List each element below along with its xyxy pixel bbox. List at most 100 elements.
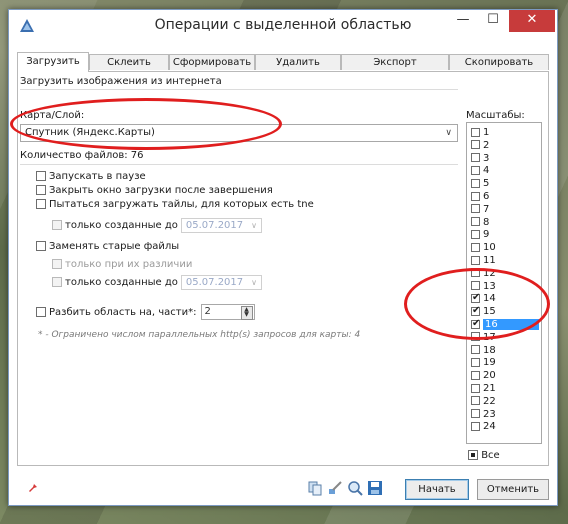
scale-item-12[interactable]: 12	[471, 268, 541, 280]
scale-checkbox[interactable]	[471, 292, 480, 303]
scale-checkbox[interactable]	[471, 242, 480, 252]
start-button[interactable]: Начать	[405, 479, 469, 500]
scale-label: 22	[483, 395, 496, 407]
scale-checkbox[interactable]	[471, 421, 480, 431]
chevron-down-icon: ∨	[251, 220, 258, 230]
scale-item-21[interactable]: 21	[471, 383, 541, 395]
scale-checkbox[interactable]	[471, 396, 480, 406]
tab-generate[interactable]: Сформировать	[169, 54, 255, 70]
scale-item-11[interactable]: 11	[471, 255, 541, 267]
scale-checkbox[interactable]	[471, 370, 480, 380]
only-differ-option[interactable]: только при их различии	[52, 258, 192, 271]
scale-label: 10	[483, 242, 496, 254]
only-created-checkbox[interactable]	[52, 220, 62, 230]
scale-label: 18	[483, 344, 496, 356]
scale-item-3[interactable]: 3	[471, 153, 541, 165]
scale-checkbox[interactable]	[471, 281, 480, 291]
select-all-checkbox[interactable]	[468, 450, 478, 460]
scale-item-18[interactable]: 18	[471, 345, 541, 357]
scale-item-13[interactable]: 13	[471, 281, 541, 293]
tab-copy[interactable]: Скопировать	[449, 54, 549, 70]
scale-item-5[interactable]: 5	[471, 178, 541, 190]
only-created-option-2[interactable]: только созданные до 05.07.2017 ∨	[52, 274, 263, 291]
brush-icon[interactable]	[327, 480, 343, 496]
replace-old-option[interactable]: Заменять старые файлы	[36, 240, 179, 253]
save-icon[interactable]	[367, 480, 383, 496]
scale-checkbox[interactable]	[471, 153, 480, 163]
scale-checkbox[interactable]	[471, 255, 480, 265]
map-layer-select[interactable]: Спутник (Яндекс.Карты) ∨	[20, 124, 458, 142]
scale-checkbox[interactable]	[471, 383, 480, 393]
minimize-button[interactable]: —	[449, 10, 477, 32]
scale-item-9[interactable]: 9	[471, 229, 541, 241]
scale-label: 7	[483, 203, 490, 215]
scale-item-16[interactable]: 16	[471, 318, 541, 331]
split-parts-value: 2	[204, 306, 211, 317]
cancel-button[interactable]: Отменить	[477, 479, 549, 500]
scale-item-4[interactable]: 4	[471, 165, 541, 177]
spinner-arrows-icon[interactable]: ▲ ▼	[240, 306, 253, 320]
scale-checkbox[interactable]	[471, 357, 480, 367]
scale-item-19[interactable]: 19	[471, 357, 541, 369]
scale-checkbox[interactable]	[471, 268, 480, 278]
scale-checkbox[interactable]	[471, 178, 480, 188]
scale-item-8[interactable]: 8	[471, 217, 541, 229]
copy-icon[interactable]	[307, 480, 323, 496]
try-tne-option[interactable]: Пытаться загружать тайлы, для которых ес…	[36, 198, 314, 211]
close-after-checkbox[interactable]	[36, 185, 46, 195]
scale-item-1[interactable]: 1	[471, 127, 541, 139]
zoom-icon[interactable]	[347, 480, 363, 496]
tab-export[interactable]: Экспорт	[341, 54, 449, 70]
scale-checkbox[interactable]	[471, 229, 480, 239]
only-created-option[interactable]: только созданные до 05.07.2017 ∨	[52, 217, 263, 234]
scale-checkbox[interactable]	[471, 409, 480, 419]
tab-download[interactable]: Загрузить	[17, 52, 89, 72]
tab-merge[interactable]: Склеить	[89, 54, 169, 70]
scale-item-14[interactable]: 14	[471, 292, 541, 305]
tab-delete[interactable]: Удалить	[255, 54, 341, 70]
scale-label: 12	[483, 267, 496, 279]
scale-item-20[interactable]: 20	[471, 370, 541, 382]
scale-checkbox[interactable]	[471, 204, 480, 214]
scale-item-6[interactable]: 6	[471, 191, 541, 203]
scale-item-7[interactable]: 7	[471, 204, 541, 216]
try-tne-checkbox[interactable]	[36, 199, 46, 209]
pin-icon[interactable]	[29, 482, 39, 492]
scale-checkbox[interactable]	[471, 191, 480, 201]
scale-checkbox[interactable]	[471, 318, 480, 329]
scale-checkbox[interactable]	[471, 217, 480, 227]
scale-item-23[interactable]: 23	[471, 409, 541, 421]
start-paused-label: Запускать в паузе	[49, 171, 146, 182]
scale-label: 13	[483, 280, 496, 292]
split-area-checkbox[interactable]	[36, 307, 46, 317]
scale-checkbox[interactable]	[471, 332, 480, 342]
date-field-1[interactable]: 05.07.2017 ∨	[180, 217, 263, 233]
scale-checkbox[interactable]	[471, 140, 480, 150]
scale-item-15[interactable]: 15	[471, 305, 541, 318]
start-paused-checkbox[interactable]	[36, 171, 46, 181]
close-button[interactable]: ✕	[509, 10, 555, 32]
scale-item-17[interactable]: 17	[471, 332, 541, 344]
select-all-option[interactable]: Все	[468, 450, 500, 461]
scale-checkbox[interactable]	[471, 165, 480, 175]
scale-checkbox[interactable]	[471, 127, 480, 137]
close-after-option[interactable]: Закрыть окно загрузки после завершения	[36, 184, 273, 197]
scale-item-22[interactable]: 22	[471, 396, 541, 408]
split-parts-stepper[interactable]: 2 ▲ ▼	[200, 304, 255, 320]
split-area-option[interactable]: Разбить область на, части*: 2 ▲ ▼	[36, 304, 255, 322]
replace-old-checkbox[interactable]	[36, 241, 46, 251]
dialog-window: Операции с выделенной областью — ☐ ✕ Заг…	[8, 9, 558, 506]
scale-item-2[interactable]: 2	[471, 140, 541, 152]
scale-checkbox[interactable]	[471, 345, 480, 355]
date-field-2[interactable]: 05.07.2017 ∨	[180, 274, 263, 290]
scales-list[interactable]: 123456789101112131415161718192021222324	[466, 122, 542, 444]
start-paused-option[interactable]: Запускать в паузе	[36, 170, 146, 183]
tab-strip: Загрузить Склеить Сформировать Удалить Э…	[17, 52, 549, 72]
scale-checkbox[interactable]	[471, 305, 480, 316]
only-created-checkbox-2[interactable]	[52, 277, 62, 287]
scale-item-24[interactable]: 24	[471, 421, 541, 433]
only-differ-checkbox[interactable]	[52, 259, 62, 269]
scale-item-10[interactable]: 10	[471, 242, 541, 254]
maximize-button[interactable]: ☐	[479, 10, 507, 32]
scale-label: 17	[483, 331, 496, 343]
